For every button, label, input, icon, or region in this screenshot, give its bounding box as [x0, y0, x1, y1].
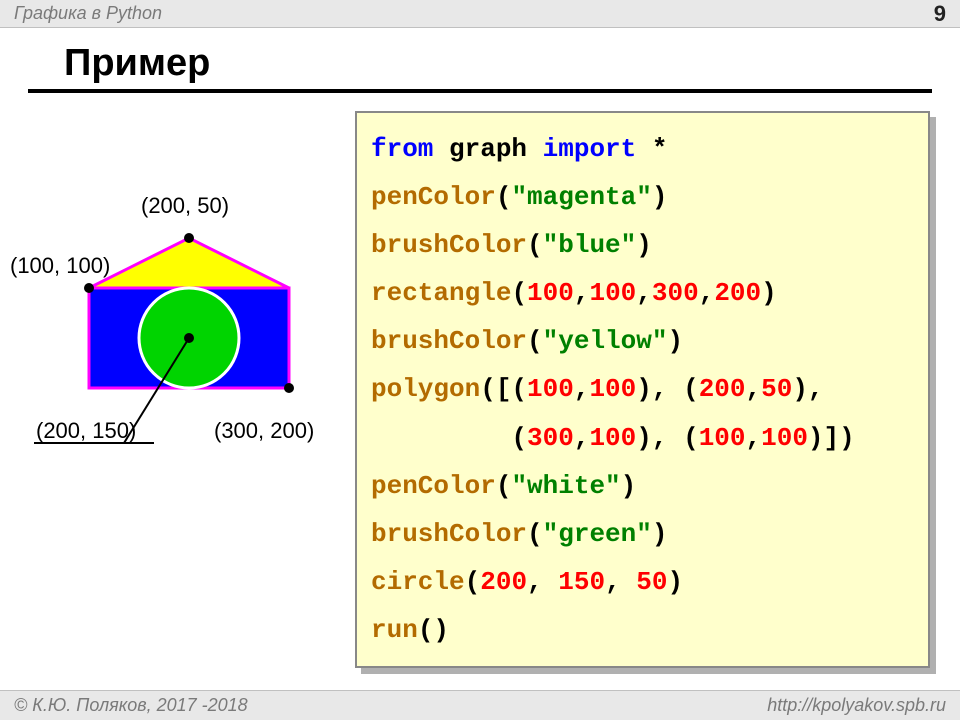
- code-fn: penColor: [371, 471, 496, 501]
- code-text: ): [667, 326, 683, 356]
- header-bar: Графика в Python 9: [0, 0, 960, 28]
- code-text: (: [496, 182, 512, 212]
- code-text: ): [761, 278, 777, 308]
- label-100-100: (100, 100): [10, 253, 110, 279]
- code-num: 100: [589, 374, 636, 404]
- code-text: ,: [574, 423, 590, 453]
- code-text: (: [371, 423, 527, 453]
- code-kw: import: [543, 134, 637, 164]
- code-fn: brushColor: [371, 326, 527, 356]
- point-100-100: [84, 283, 94, 293]
- code-text: (: [511, 278, 527, 308]
- code-text: (: [527, 230, 543, 260]
- code-text: ,: [746, 423, 762, 453]
- code-text: ,: [605, 567, 636, 597]
- code-text: ,: [636, 278, 652, 308]
- code-fn: run: [371, 615, 418, 645]
- code-text: ([(: [480, 374, 527, 404]
- point-300-200: [284, 383, 294, 393]
- code-text: ): [636, 230, 652, 260]
- label-200-50: (200, 50): [141, 193, 229, 219]
- code-fn: polygon: [371, 374, 480, 404]
- label-300-200: (300, 200): [214, 418, 314, 444]
- code-text: (: [527, 519, 543, 549]
- code-text: (: [465, 567, 481, 597]
- code-str: "yellow": [543, 326, 668, 356]
- code-fn: brushColor: [371, 519, 527, 549]
- label-200-150: (200, 150): [36, 418, 136, 444]
- code-num: 50: [636, 567, 667, 597]
- code-text: ), (: [636, 374, 698, 404]
- code-str: "magenta": [511, 182, 651, 212]
- code-text: )]): [808, 423, 855, 453]
- code-str: "blue": [543, 230, 637, 260]
- code-num: 100: [761, 423, 808, 453]
- code-text: *: [636, 134, 667, 164]
- code-text: ): [668, 567, 684, 597]
- code-text: graph: [433, 134, 542, 164]
- header-title: Графика в Python: [14, 3, 162, 24]
- code-num: 100: [527, 278, 574, 308]
- code-fn: penColor: [371, 182, 496, 212]
- code-text: ,: [746, 374, 762, 404]
- slide-title: Пример: [28, 28, 932, 93]
- code-num: 50: [761, 374, 792, 404]
- footer-right: http://kpolyakov.spb.ru: [767, 695, 946, 716]
- code-text: ): [652, 182, 668, 212]
- code-text: ,: [699, 278, 715, 308]
- code-num: 200: [480, 567, 527, 597]
- code-num: 150: [558, 567, 605, 597]
- slide-content: (200, 50) (100, 100) (300, 200) (200, 15…: [0, 93, 960, 693]
- footer-bar: © К.Ю. Поляков, 2017 -2018 http://kpolya…: [0, 690, 960, 720]
- code-text: ),: [792, 374, 823, 404]
- code-num: 300: [652, 278, 699, 308]
- code-text: (: [527, 326, 543, 356]
- code-text: ,: [527, 567, 558, 597]
- code-text: ,: [574, 278, 590, 308]
- code-num: 100: [699, 423, 746, 453]
- triangle-shape: [89, 238, 289, 288]
- point-200-50: [184, 233, 194, 243]
- code-num: 100: [589, 278, 636, 308]
- code-text: ,: [574, 374, 590, 404]
- code-num: 200: [699, 374, 746, 404]
- code-fn: circle: [371, 567, 465, 597]
- code-num: 100: [527, 374, 574, 404]
- code-text: (): [418, 615, 449, 645]
- code-str: "white": [511, 471, 620, 501]
- code-num: 100: [589, 423, 636, 453]
- figure: (200, 50) (100, 100) (300, 200) (200, 15…: [14, 153, 354, 513]
- code-text: ): [621, 471, 637, 501]
- code-text: ), (: [636, 423, 698, 453]
- page-number: 9: [934, 1, 946, 27]
- code-text: (: [496, 471, 512, 501]
- code-fn: brushColor: [371, 230, 527, 260]
- code-str: "green": [543, 519, 652, 549]
- code-text: ): [652, 519, 668, 549]
- footer-left: © К.Ю. Поляков, 2017 -2018: [14, 695, 248, 716]
- code-fn: rectangle: [371, 278, 511, 308]
- code-num: 300: [527, 423, 574, 453]
- code-block: from graph import * penColor("magenta") …: [355, 111, 930, 668]
- code-num: 200: [714, 278, 761, 308]
- code-kw: from: [371, 134, 433, 164]
